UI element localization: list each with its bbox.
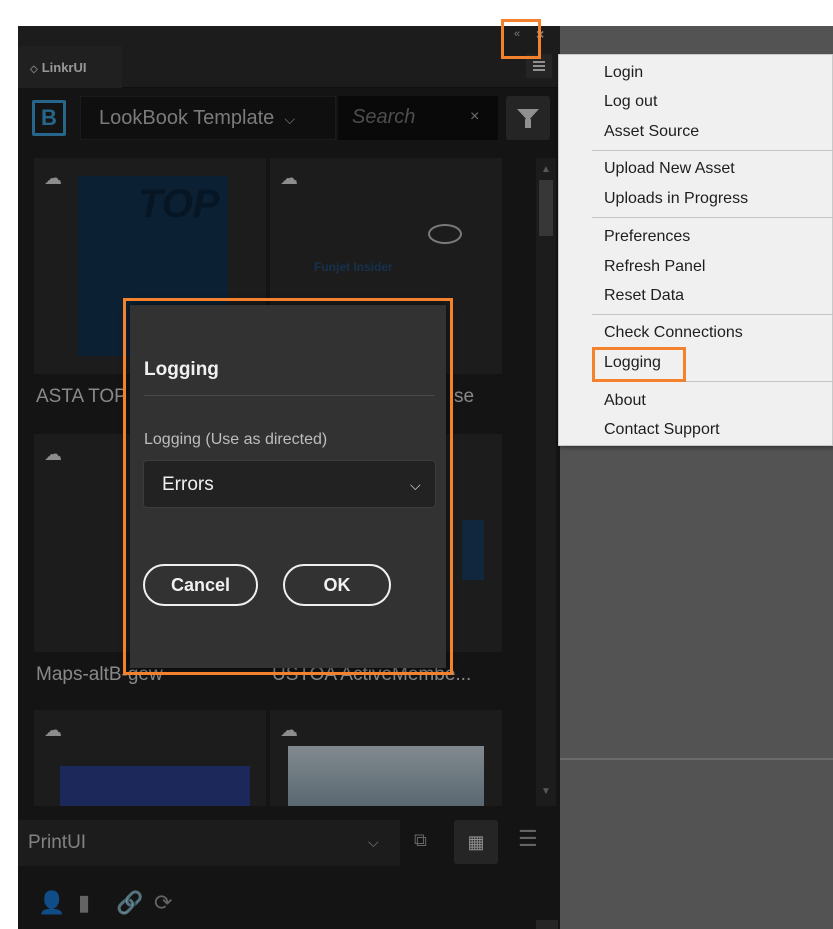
- dialog-highlight: [123, 298, 453, 675]
- logging-item-highlight: [592, 347, 686, 382]
- menu-item-log-out[interactable]: Log out: [604, 93, 657, 111]
- menu-item-login[interactable]: Login: [604, 64, 643, 82]
- host-divider: [560, 758, 833, 760]
- menu-separator: [592, 150, 833, 151]
- menu-item-reset-data[interactable]: Reset Data: [604, 287, 684, 305]
- menu-item-contact-support[interactable]: Contact Support: [604, 421, 720, 439]
- menu-separator: [592, 314, 833, 315]
- menu-item-uploads-in-progress[interactable]: Uploads in Progress: [604, 190, 748, 208]
- menu-item-upload-new-asset[interactable]: Upload New Asset: [604, 160, 735, 178]
- menu-item-refresh-panel[interactable]: Refresh Panel: [604, 258, 705, 276]
- panel-menu: Login Log out Asset Source Upload New As…: [558, 54, 833, 446]
- menu-item-check-connections[interactable]: Check Connections: [604, 324, 743, 342]
- menu-item-about[interactable]: About: [604, 392, 646, 410]
- menu-separator: [592, 217, 833, 218]
- menu-button-highlight: [501, 19, 541, 59]
- menu-item-asset-source[interactable]: Asset Source: [604, 123, 699, 141]
- menu-item-preferences[interactable]: Preferences: [604, 228, 690, 246]
